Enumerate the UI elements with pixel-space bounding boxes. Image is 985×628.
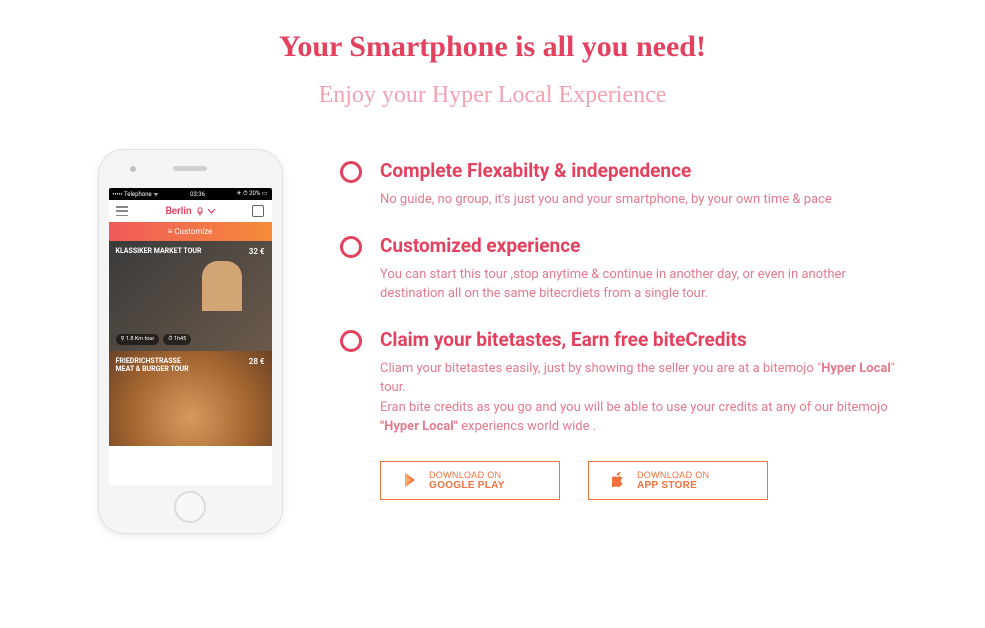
feature-item: Claim your bitetastes, Earn free biteCre… <box>340 328 895 437</box>
tour-image <box>202 261 242 311</box>
page-subheading: Enjoy your Hyper Local Experience <box>90 82 895 109</box>
home-button-icon <box>174 491 206 523</box>
download-google-play-button[interactable]: DOWNLOAD ON GOOGLE PLAY <box>380 461 560 501</box>
phone-camera-icon <box>130 166 136 172</box>
tour-meta: ⚲ 1.8 Km tour ⏱ 1h45 <box>116 334 192 345</box>
circle-bullet-icon <box>340 236 362 258</box>
phone-speaker-icon <box>173 166 207 171</box>
hamburger-icon <box>116 206 128 216</box>
apple-icon <box>611 471 627 489</box>
tour-title: FRIEDRICHSTRASSE MEAT & BURGER TOUR <box>116 357 189 374</box>
chevron-down-icon <box>208 209 215 214</box>
feature-text: You can start this tour ,stop anytime & … <box>380 265 895 304</box>
page-heading: Your Smartphone is all you need! <box>90 30 895 64</box>
feature-title: Complete Flexabilty & independence <box>380 159 895 182</box>
feature-title: Customized experience <box>380 234 895 257</box>
cta-line2: GOOGLE PLAY <box>429 480 505 492</box>
phone-status-bar: ••••• Telephone ᯤ 03:36 ✈ ⏱ 20% ▭ <box>109 188 272 200</box>
cta-line2: APP STORE <box>637 480 709 492</box>
tour-price: 32 € <box>249 247 265 256</box>
feature-text: Cliam your bitetastes easily, just by sh… <box>380 359 895 437</box>
feature-item: Customized experience You can start this… <box>340 234 895 304</box>
tour-card: FRIEDRICHSTRASSE MEAT & BURGER TOUR 28 € <box>109 351 272 446</box>
cta-line1: DOWNLOAD ON <box>637 470 709 480</box>
status-right: ✈ ⏱ 20% ▭ <box>237 190 268 198</box>
customize-bar: ≡ Customize <box>109 222 272 241</box>
tour-price: 28 € <box>249 357 265 366</box>
status-left: ••••• Telephone ᯤ <box>113 190 159 198</box>
app-header: Berlin <box>109 200 272 222</box>
circle-bullet-icon <box>340 161 362 183</box>
duration-pill: ⏱ 1h45 <box>163 334 191 345</box>
google-play-icon <box>403 471 419 489</box>
feature-item: Complete Flexabilty & independence No gu… <box>340 159 895 210</box>
tour-title: KLASSIKER MARKET TOUR <box>116 247 202 255</box>
circle-bullet-icon <box>340 330 362 352</box>
city-selector: Berlin <box>165 206 214 217</box>
basket-icon <box>252 205 264 217</box>
phone-mockup: ••••• Telephone ᯤ 03:36 ✈ ⏱ 20% ▭ Berlin <box>98 149 283 534</box>
download-app-store-button[interactable]: DOWNLOAD ON APP STORE <box>588 461 768 501</box>
cta-line1: DOWNLOAD ON <box>429 470 505 480</box>
feature-title: Claim your bitetastes, Earn free biteCre… <box>380 328 895 351</box>
distance-pill: ⚲ 1.8 Km tour <box>116 334 160 345</box>
location-icon <box>195 206 205 216</box>
status-time: 03:36 <box>190 191 205 198</box>
city-label: Berlin <box>165 206 191 217</box>
phone-screen: ••••• Telephone ᯤ 03:36 ✈ ⏱ 20% ▭ Berlin <box>109 188 272 485</box>
tour-card: KLASSIKER MARKET TOUR 32 € ⚲ 1.8 Km tour… <box>109 241 272 351</box>
feature-text: No guide, no group, it's just you and yo… <box>380 190 895 210</box>
